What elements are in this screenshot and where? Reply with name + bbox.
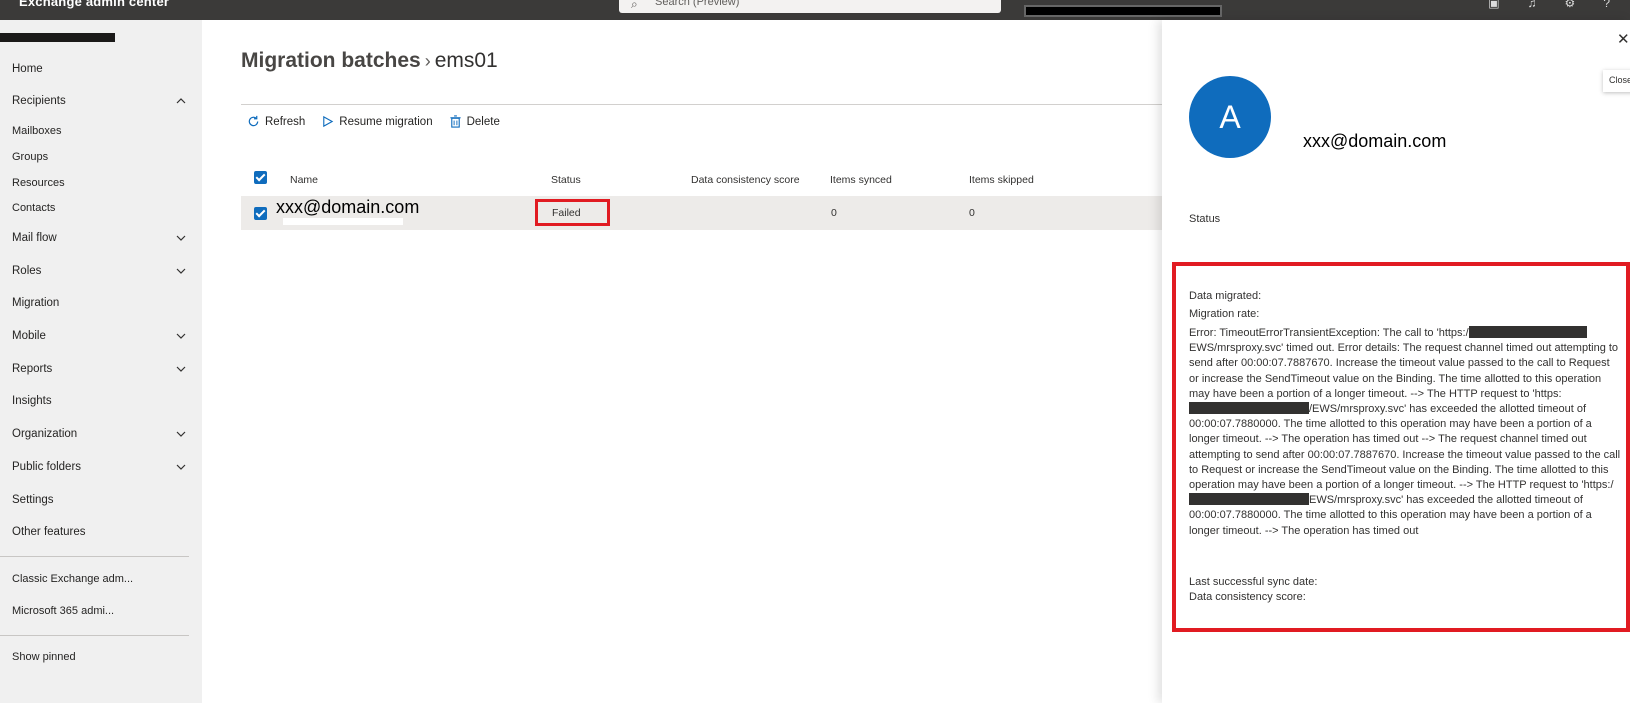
top-icons: ▣ ♫ ⚙ ? bbox=[1488, 0, 1610, 10]
refresh-button[interactable]: Refresh bbox=[247, 115, 305, 128]
error-message: Error: TimeoutErrorTransientException: T… bbox=[1189, 326, 1622, 539]
redacted-region bbox=[1024, 5, 1222, 17]
chevron-down-icon[interactable] bbox=[176, 331, 186, 341]
error-text-part: Error: TimeoutErrorTransientException: T… bbox=[1189, 327, 1469, 339]
redacted-region bbox=[1468, 326, 1587, 338]
column-header-name[interactable]: Name bbox=[290, 174, 318, 186]
sidebar-item-mail-flow[interactable]: Mail flow bbox=[12, 232, 57, 244]
column-header-data-consistency[interactable]: Data consistency score bbox=[691, 174, 800, 186]
breadcrumb-separator: › bbox=[424, 51, 431, 71]
sidebar-item-contacts[interactable]: Contacts bbox=[12, 202, 55, 214]
status-badge: Failed bbox=[535, 199, 610, 226]
search-input[interactable]: ⌕ Search (Preview) bbox=[619, 0, 1001, 13]
sidebar-item-groups[interactable]: Groups bbox=[12, 151, 48, 163]
sidebar-item-public-folders[interactable]: Public folders bbox=[12, 461, 81, 473]
delete-label: Delete bbox=[466, 115, 500, 128]
chevron-down-icon[interactable] bbox=[176, 266, 186, 276]
redacted-region bbox=[1189, 493, 1309, 506]
sidebar bbox=[0, 20, 202, 703]
sidebar-item-organization[interactable]: Organization bbox=[12, 428, 77, 440]
column-header-items-synced[interactable]: Items synced bbox=[830, 174, 892, 186]
app-title[interactable]: Exchange admin center bbox=[19, 0, 169, 9]
redacted-region bbox=[1189, 402, 1309, 415]
breadcrumb-current: ems01 bbox=[434, 49, 498, 72]
error-text-part: EWS/mrsproxy.svc' timed out. Error detai… bbox=[1189, 342, 1619, 400]
resume-migration-button[interactable]: Resume migration bbox=[321, 115, 433, 128]
status-text: Failed bbox=[552, 207, 581, 219]
sidebar-item-roles[interactable]: Roles bbox=[12, 265, 41, 277]
top-bar: Exchange admin center ⌕ Search (Preview)… bbox=[0, 0, 1630, 20]
sidebar-item-insights[interactable]: Insights bbox=[12, 395, 52, 407]
sidebar-divider bbox=[0, 635, 189, 636]
row-checkbox[interactable] bbox=[254, 207, 267, 220]
chevron-up-icon[interactable] bbox=[176, 96, 186, 106]
sidebar-item-mailboxes[interactable]: Mailboxes bbox=[12, 125, 62, 137]
data-migrated-label: Data migrated: bbox=[1189, 290, 1262, 302]
chevron-down-icon[interactable] bbox=[176, 462, 186, 472]
close-tooltip: Close bbox=[1603, 70, 1630, 92]
delete-button[interactable]: Delete bbox=[449, 115, 500, 128]
sidebar-item-mobile[interactable]: Mobile bbox=[12, 330, 46, 342]
chevron-down-icon[interactable] bbox=[176, 429, 186, 439]
resume-migration-label: Resume migration bbox=[339, 115, 433, 128]
trash-icon bbox=[450, 115, 461, 128]
error-text-part: /EWS/mrsproxy.svc' has exceeded the allo… bbox=[1189, 403, 1621, 492]
gear-icon[interactable]: ⚙ bbox=[1565, 0, 1576, 10]
close-icon[interactable]: ✕ bbox=[1617, 30, 1630, 48]
migration-rate-label: Migration rate: bbox=[1189, 308, 1260, 320]
row-items-synced: 0 bbox=[831, 207, 837, 219]
search-placeholder: Search (Preview) bbox=[655, 0, 740, 8]
sidebar-item-show-pinned[interactable]: Show pinned bbox=[12, 651, 76, 663]
sidebar-item-resources[interactable]: Resources bbox=[12, 177, 65, 189]
help-icon[interactable]: ? bbox=[1603, 0, 1610, 10]
search-icon: ⌕ bbox=[631, 0, 638, 11]
toolbar: Refresh Resume migration Delete bbox=[247, 115, 500, 128]
sidebar-item-reports[interactable]: Reports bbox=[12, 363, 52, 375]
panel-email: xxx@domain.com bbox=[1303, 131, 1447, 151]
chevron-down-icon[interactable] bbox=[176, 233, 186, 243]
breadcrumb: Migration batches › ems01 bbox=[241, 49, 498, 73]
sidebar-item-recipients[interactable]: Recipients bbox=[12, 95, 66, 107]
redacted-region bbox=[283, 218, 403, 225]
select-all-checkbox[interactable] bbox=[254, 171, 267, 184]
play-icon bbox=[323, 115, 334, 128]
chevron-down-icon[interactable] bbox=[176, 364, 186, 374]
status-label: Status bbox=[1189, 213, 1221, 225]
data-consistency-label: Data consistency score: bbox=[1189, 591, 1306, 603]
notification-icon[interactable]: ♫ bbox=[1528, 0, 1537, 10]
column-header-status[interactable]: Status bbox=[551, 174, 581, 186]
feedback-icon[interactable]: ▣ bbox=[1488, 0, 1499, 10]
sidebar-item-other-features[interactable]: Other features bbox=[12, 526, 86, 538]
sidebar-item-m365-admin[interactable]: Microsoft 365 admi... bbox=[12, 605, 114, 617]
divider bbox=[241, 104, 1171, 105]
sidebar-item-home[interactable]: Home bbox=[12, 63, 43, 75]
row-name[interactable]: xxx@domain.com bbox=[276, 197, 419, 218]
sidebar-item-migration[interactable]: Migration bbox=[12, 297, 59, 309]
breadcrumb-parent[interactable]: Migration batches bbox=[241, 49, 421, 72]
sidebar-item-classic-exchange[interactable]: Classic Exchange adm... bbox=[12, 573, 133, 585]
sidebar-divider bbox=[0, 556, 189, 557]
last-sync-label: Last successful sync date: bbox=[1189, 576, 1318, 588]
redacted-region bbox=[0, 33, 115, 42]
avatar: A bbox=[1189, 76, 1271, 158]
column-header-items-skipped[interactable]: Items skipped bbox=[969, 174, 1034, 186]
refresh-icon bbox=[248, 115, 259, 127]
refresh-label: Refresh bbox=[265, 115, 306, 128]
sidebar-item-settings[interactable]: Settings bbox=[12, 494, 54, 506]
row-items-skipped: 0 bbox=[969, 207, 975, 219]
